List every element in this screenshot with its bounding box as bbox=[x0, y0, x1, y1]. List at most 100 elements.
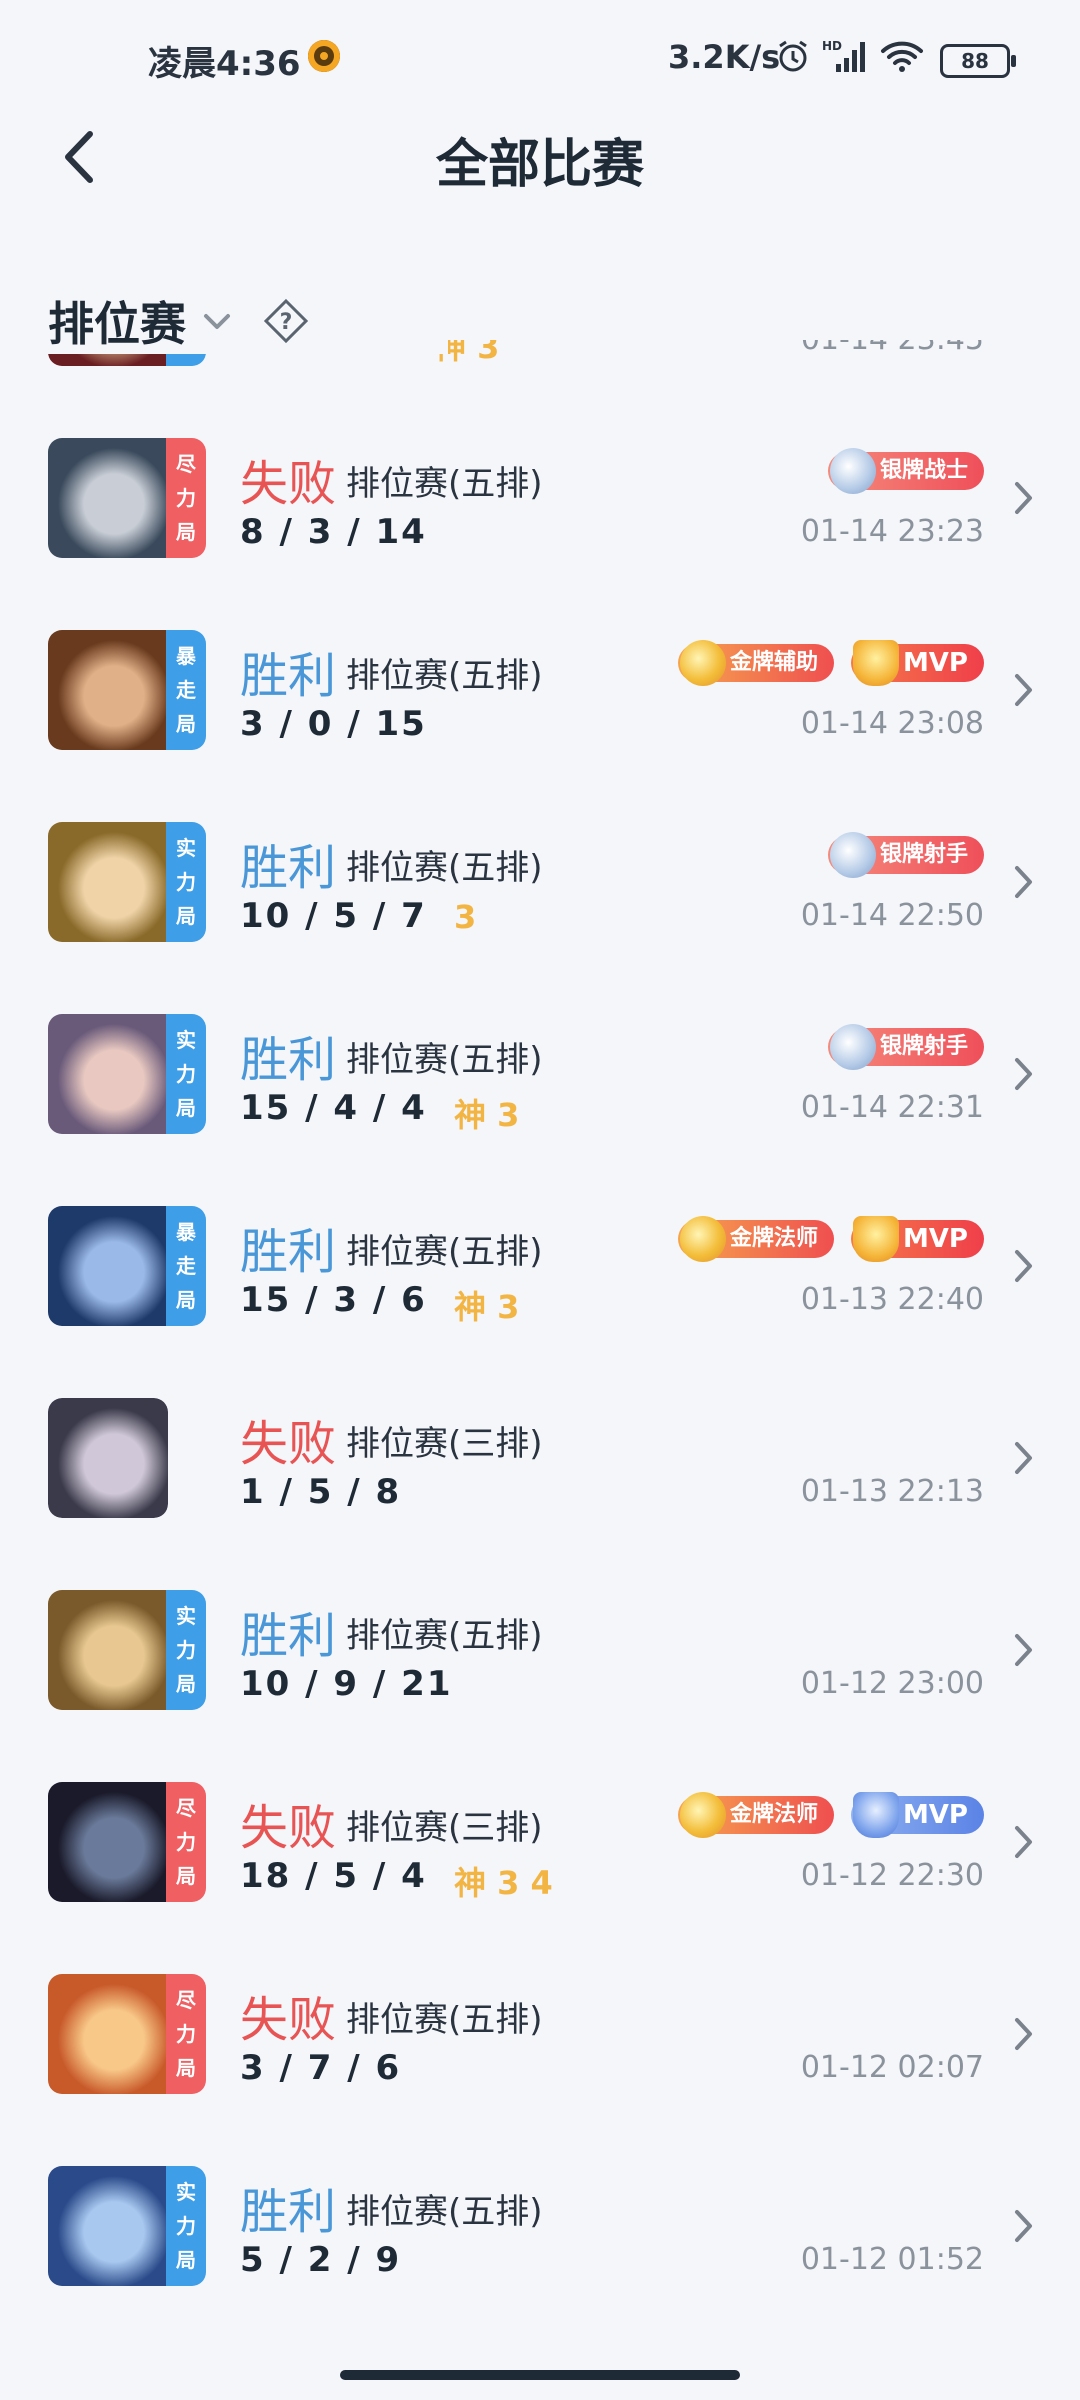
medal-icon bbox=[679, 1216, 726, 1262]
match-result: 失败 bbox=[240, 1416, 337, 1472]
badge-label: 金牌法师 bbox=[729, 1226, 818, 1251]
match-tag: 尽力局 bbox=[166, 1974, 206, 2094]
match-row[interactable]: 实力局胜利 排位赛(五排) 10 / 5 / 7 3 银牌射手 01-14 22:50 bbox=[0, 786, 1080, 978]
alarm-icon bbox=[779, 40, 807, 72]
match-row[interactable]: 实力局胜利 排位赛(五排) 5 / 2 / 9 01-12 01:52 bbox=[0, 2130, 1080, 2322]
medal-icon bbox=[679, 640, 726, 686]
network-speed: 3.2K/s bbox=[668, 38, 781, 76]
match-tag-char: 尽 bbox=[176, 452, 196, 476]
help-icon[interactable]: ? bbox=[262, 297, 310, 345]
medal-badge: 银牌战士 bbox=[827, 448, 984, 494]
status-time: 凌晨4:36 bbox=[148, 44, 301, 84]
chevron-right-icon[interactable] bbox=[1012, 1054, 1036, 1094]
match-tag-char: 局 bbox=[176, 1864, 196, 1888]
match-row[interactable]: 失败 排位赛(三排) 1 / 5 / 8 01-13 22:13 bbox=[0, 1362, 1080, 1554]
chevron-right-icon[interactable] bbox=[1012, 2014, 1036, 2054]
match-tag: 尽力局 bbox=[166, 1782, 206, 1902]
hero-avatar: 暴走局 bbox=[48, 1206, 206, 1326]
chevron-right-icon[interactable] bbox=[1012, 1438, 1036, 1478]
match-list[interactable]: 暴走局胜利排位赛(五排)9 / 0 / 8神 3MVP金牌射手01-14 23:… bbox=[0, 340, 1080, 2350]
home-indicator[interactable] bbox=[340, 2370, 740, 2380]
status-bar: 凌晨4:36 3.2K/s HD 88 bbox=[0, 0, 1080, 120]
chevron-right-icon[interactable] bbox=[1012, 478, 1036, 518]
match-tag-char: 尽 bbox=[176, 1988, 196, 2012]
kda: 8 / 3 / 14 bbox=[240, 512, 427, 552]
chevron-right-icon[interactable] bbox=[1012, 2206, 1036, 2246]
match-tag-char: 走 bbox=[176, 678, 196, 702]
page-title: 全部比赛 bbox=[435, 135, 644, 195]
badge-label: MVP bbox=[902, 648, 968, 678]
badge-label: MVP bbox=[902, 1800, 968, 1830]
medal-badge: 金牌辅助 bbox=[677, 640, 834, 686]
hero-avatar: 尽力局 bbox=[48, 1974, 206, 2094]
mode-filter[interactable]: 排位赛 ? bbox=[48, 288, 448, 354]
match-mode: 排位赛(五排) bbox=[346, 464, 543, 504]
match-tag: 实力局 bbox=[166, 2166, 206, 2286]
chevron-right-icon[interactable] bbox=[1012, 670, 1036, 710]
match-row[interactable]: 暴走局胜利 排位赛(五排) 3 / 0 / 15 MVP 金牌辅助 01-14 23:08 bbox=[0, 594, 1080, 786]
chevron-right-icon[interactable] bbox=[1012, 862, 1036, 902]
match-mode: 排位赛(三排) bbox=[346, 1808, 543, 1848]
chevron-right-icon[interactable] bbox=[1012, 1630, 1036, 1670]
chevron-right-icon[interactable] bbox=[1012, 1246, 1036, 1286]
match-tag-char: 力 bbox=[176, 1638, 196, 1662]
match-date: 01-12 01:52 bbox=[800, 2242, 984, 2277]
match-row[interactable]: 尽力局失败 排位赛(三排) 18 / 5 / 4神 3 4 MVP 金牌法师 01-12 … bbox=[0, 1746, 1080, 1938]
kill-streak-tags: 神 3 4 bbox=[454, 1864, 553, 1902]
hero-portrait bbox=[48, 1014, 168, 1134]
match-tag-char: 局 bbox=[176, 712, 196, 736]
mvp-badge: MVP bbox=[850, 1216, 984, 1262]
kda: 15 / 4 / 4 bbox=[240, 1088, 427, 1128]
badge-label: 银牌射手 bbox=[879, 842, 968, 867]
match-tag-char: 力 bbox=[176, 1062, 196, 1086]
hero-portrait bbox=[48, 1782, 168, 1902]
medal-icon bbox=[829, 1024, 876, 1070]
match-tag-char: 实 bbox=[176, 1604, 196, 1628]
medal-badge: 金牌法师 bbox=[677, 1792, 834, 1838]
match-date: 01-14 22:50 bbox=[800, 898, 984, 933]
match-tag: 实力局 bbox=[166, 822, 206, 942]
hero-portrait bbox=[48, 630, 168, 750]
kda: 15 / 3 / 6 bbox=[240, 1280, 427, 1320]
kda: 5 / 2 / 9 bbox=[240, 2240, 402, 2280]
medal-badge: 金牌法师 bbox=[677, 1216, 834, 1262]
match-tag: 暴走局 bbox=[166, 630, 206, 750]
hero-portrait bbox=[48, 438, 168, 558]
match-row[interactable]: 实力局胜利 排位赛(五排) 15 / 4 / 4神 3 银牌射手 01-14 22:31 bbox=[0, 978, 1080, 1170]
hero-avatar: 实力局 bbox=[48, 1590, 206, 1710]
kda: 3 / 0 / 15 bbox=[240, 704, 427, 744]
kill-streak-tags: 神 3 bbox=[454, 1096, 520, 1134]
hero-portrait bbox=[48, 1206, 168, 1326]
hero-avatar: 暴走局 bbox=[48, 630, 206, 750]
match-result: 胜利 bbox=[240, 648, 337, 704]
match-row[interactable]: 尽力局失败 排位赛(五排) 3 / 7 / 6 01-12 02:07 bbox=[0, 1938, 1080, 2130]
match-result: 胜利 bbox=[240, 1032, 337, 1088]
kill-streak-tags: 神 3 bbox=[454, 1288, 520, 1326]
match-tag-char: 局 bbox=[176, 1096, 196, 1120]
match-mode: 排位赛(五排) bbox=[346, 656, 543, 696]
hero-portrait bbox=[48, 2166, 168, 2286]
match-result: 胜利 bbox=[240, 2184, 337, 2240]
match-row[interactable]: 尽力局失败 排位赛(五排) 8 / 3 / 14 银牌战士 01-14 23:23 bbox=[0, 402, 1080, 594]
match-row[interactable]: 暴走局胜利 排位赛(五排) 15 / 3 / 6神 3 MVP 金牌法师 01-13 22… bbox=[0, 1170, 1080, 1362]
match-mode: 排位赛(五排) bbox=[346, 2192, 543, 2232]
kda: 1 / 5 / 8 bbox=[240, 1472, 402, 1512]
match-date: 01-12 23:00 bbox=[800, 1666, 984, 1701]
match-tag-char: 局 bbox=[176, 520, 196, 544]
chevron-right-icon[interactable] bbox=[1012, 1822, 1036, 1862]
match-tag-char: 实 bbox=[176, 1028, 196, 1052]
battery-icon: 88 bbox=[940, 44, 1016, 78]
match-date: 01-13 22:40 bbox=[800, 1282, 984, 1317]
cellular-signal-icon: HD bbox=[822, 39, 865, 72]
match-tag-char: 局 bbox=[176, 2248, 196, 2272]
badge-label: 银牌射手 bbox=[879, 1034, 968, 1059]
chevron-down-icon bbox=[204, 314, 230, 329]
match-tag: 暴走局 bbox=[166, 1206, 206, 1326]
filter-label: 排位赛 bbox=[48, 297, 186, 351]
match-tag-char: 力 bbox=[176, 870, 196, 894]
match-row[interactable]: 实力局胜利 排位赛(五排) 10 / 9 / 21 01-12 23:00 bbox=[0, 1554, 1080, 1746]
match-date: 01-12 22:30 bbox=[800, 1858, 984, 1893]
trophy-icon bbox=[852, 1216, 899, 1262]
match-tag-char: 走 bbox=[176, 1254, 196, 1278]
app-notification-icon bbox=[308, 40, 340, 72]
